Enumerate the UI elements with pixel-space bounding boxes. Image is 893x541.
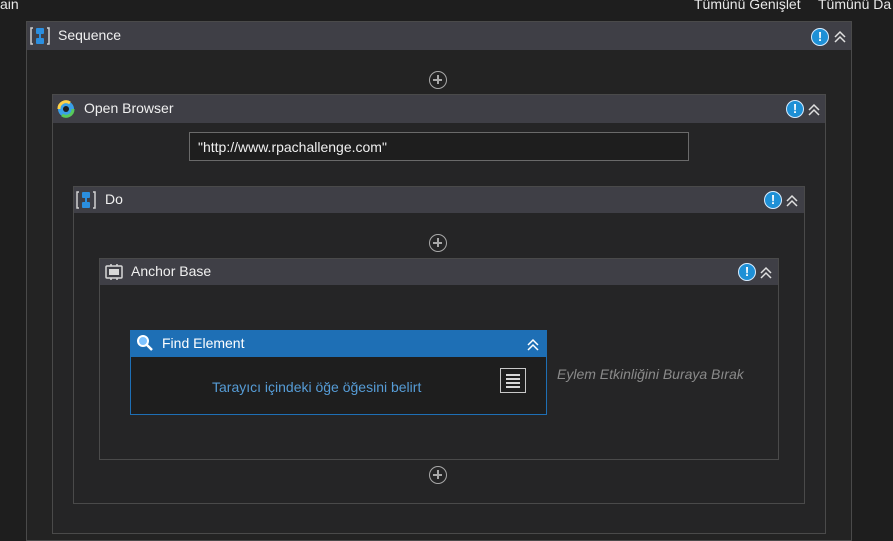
sequence-icon	[76, 191, 96, 209]
warning-icon[interactable]: !	[764, 191, 782, 209]
url-input[interactable]: "http://www.rpachallenge.com"	[189, 132, 689, 161]
open-browser-header[interactable]: Open Browser !	[53, 95, 825, 123]
find-element-title: Find Element	[162, 335, 245, 351]
add-activity-button[interactable]	[429, 71, 447, 89]
find-element-header[interactable]: Find Element	[131, 331, 546, 357]
warning-icon[interactable]: !	[738, 263, 756, 281]
drop-activity-hint[interactable]: Eylem Etkinliğini Buraya Bırak	[557, 366, 744, 382]
add-activity-button[interactable]	[429, 466, 447, 484]
anchor-base-header[interactable]: Anchor Base !	[100, 259, 778, 285]
search-icon	[137, 335, 153, 351]
open-browser-title: Open Browser	[84, 100, 174, 116]
sequence-header[interactable]: Sequence !	[27, 22, 851, 50]
chevron-double-up-icon[interactable]	[806, 101, 822, 117]
anchor-icon	[105, 264, 123, 280]
add-activity-button[interactable]	[429, 234, 447, 252]
top-bar: ain Tümünü Genişlet Tümünü Da	[0, 0, 893, 14]
chevron-double-up-icon[interactable]	[758, 264, 774, 280]
warning-icon[interactable]: !	[811, 28, 829, 46]
collapse-all-button[interactable]: Tümünü Da	[818, 0, 891, 12]
sequence-icon	[30, 27, 50, 45]
window-title-fragment: ain	[0, 0, 19, 12]
chevron-double-up-icon[interactable]	[784, 192, 800, 208]
warning-icon[interactable]: !	[786, 100, 804, 118]
chevron-double-up-icon[interactable]	[525, 336, 541, 352]
sequence-title: Sequence	[58, 27, 122, 43]
expand-all-button[interactable]: Tümünü Genişlet	[694, 0, 801, 12]
specify-element-link[interactable]: Tarayıcı içindeki öğe öğesini belirt	[212, 379, 421, 395]
do-header[interactable]: Do !	[74, 187, 804, 213]
chevron-double-up-icon[interactable]	[832, 28, 848, 44]
anchor-base-title: Anchor Base	[131, 263, 212, 279]
do-title: Do	[105, 191, 123, 207]
browser-icon	[57, 100, 75, 118]
menu-icon[interactable]	[500, 368, 526, 393]
